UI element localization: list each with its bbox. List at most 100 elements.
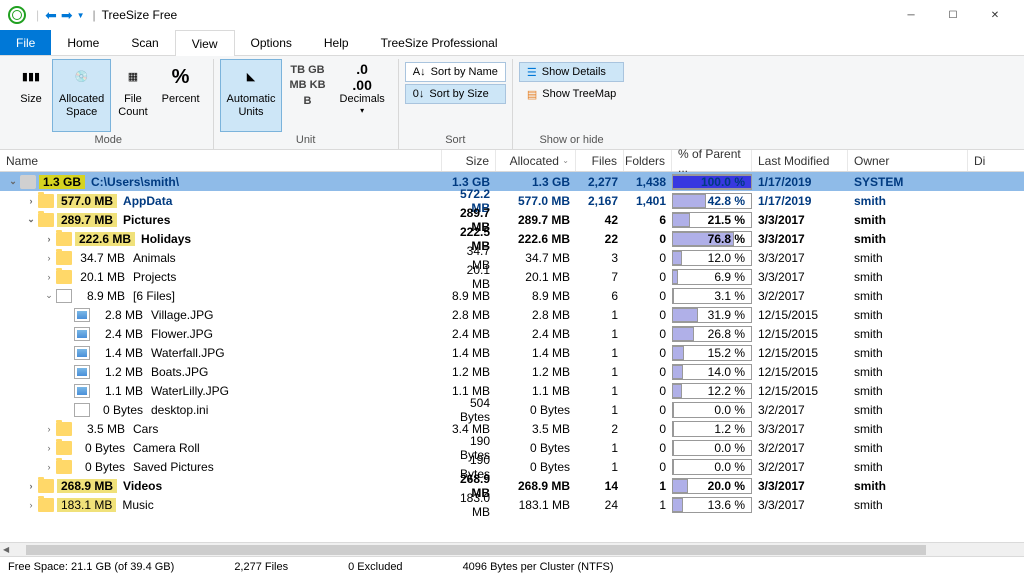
tree-row[interactable]: 1.1 MBWaterLilly.JPG1.1 MB1.1 MB1012.2 %… [0, 381, 1024, 400]
tree-row[interactable]: 1.4 MBWaterfall.JPG1.4 MB1.4 MB1015.2 %1… [0, 343, 1024, 362]
menubar: File Home Scan View Options Help TreeSiz… [0, 30, 1024, 56]
tree-row[interactable]: 2.4 MBFlower.JPG2.4 MB2.4 MB1026.8 %12/1… [0, 324, 1024, 343]
horizontal-scrollbar[interactable]: ◀ [0, 542, 1024, 556]
percent-icon: % [167, 63, 195, 91]
cell-files: 1 [576, 403, 624, 417]
item-name: Holidays [139, 232, 442, 246]
cell-percent: 20.0 % [672, 478, 752, 494]
show-details-button[interactable]: ☰Show Details [519, 62, 624, 82]
minimize-button[interactable]: ─ [890, 10, 932, 21]
unit-decimals-button[interactable]: .0.00Decimals▾ [333, 59, 392, 132]
menu-help[interactable]: Help [308, 30, 365, 55]
expand-toggle[interactable]: › [24, 481, 38, 491]
cell-percent: 6.9 % [672, 269, 752, 285]
cell-allocated: 222.6 MB [496, 232, 576, 246]
col-percent[interactable]: % of Parent ... [672, 150, 752, 171]
scrollbar-thumb[interactable] [26, 545, 926, 555]
cell-files: 1 [576, 346, 624, 360]
mode-percent-button[interactable]: %Percent [155, 59, 207, 132]
sort-by-name-button[interactable]: A↓Sort by Name [405, 62, 506, 82]
col-name[interactable]: Name [0, 150, 442, 171]
show-treemap-button[interactable]: ▤Show TreeMap [519, 84, 624, 104]
tree-row[interactable]: ⌄1.3 GBC:\Users\smith\1.3 GB1.3 GB2,2771… [0, 172, 1024, 191]
col-size[interactable]: Size [442, 150, 496, 171]
tree-row[interactable]: ›183.1 MBMusic183.0 MB183.1 MB24113.6 %3… [0, 495, 1024, 514]
tree-row[interactable]: ›20.1 MBProjects20.1 MB20.1 MB706.9 %3/3… [0, 267, 1024, 286]
col-allocated[interactable]: Allocated ⌄ [496, 150, 576, 171]
col-files[interactable]: Files [576, 150, 624, 171]
tree-row[interactable]: 0 Bytesdesktop.ini504 Bytes0 Bytes100.0 … [0, 400, 1024, 419]
tree-row[interactable]: 1.2 MBBoats.JPG1.2 MB1.2 MB1014.0 %12/15… [0, 362, 1024, 381]
tree-row[interactable]: ›34.7 MBAnimals34.7 MB34.7 MB3012.0 %3/3… [0, 248, 1024, 267]
sort-size-icon: 0↓ [413, 88, 425, 100]
tree-row[interactable]: ⌄8.9 MB[6 Files]8.9 MB8.9 MB603.1 %3/2/2… [0, 286, 1024, 305]
col-modified[interactable]: Last Modified [752, 150, 848, 171]
menu-scan[interactable]: Scan [115, 30, 174, 55]
menu-view[interactable]: View [175, 30, 235, 56]
file-icon [74, 403, 90, 417]
expand-toggle[interactable]: › [42, 443, 56, 453]
col-owner[interactable]: Owner [848, 150, 968, 171]
menu-options[interactable]: Options [235, 30, 308, 55]
cell-percent: 15.2 % [672, 345, 752, 361]
menu-pro[interactable]: TreeSize Professional [365, 30, 514, 55]
expand-toggle[interactable]: › [42, 272, 56, 282]
sort-by-size-button[interactable]: 0↓Sort by Size [405, 84, 506, 104]
cell-allocated: 1.1 MB [496, 384, 576, 398]
cell-allocated: 20.1 MB [496, 270, 576, 284]
expand-toggle[interactable]: › [42, 234, 56, 244]
menu-home[interactable]: Home [51, 30, 115, 55]
unit-auto-button[interactable]: ◣Automatic Units [220, 59, 283, 132]
size-label: 289.7 MB [57, 213, 117, 227]
nav-dropdown-icon[interactable]: ▼ [77, 11, 85, 20]
cell-owner: smith [848, 289, 968, 303]
close-button[interactable]: ✕ [974, 10, 1016, 21]
menu-file[interactable]: File [0, 30, 51, 55]
expand-toggle[interactable]: › [42, 424, 56, 434]
mode-allocated-button[interactable]: 💿Allocated Space [52, 59, 111, 132]
nav-forward-icon[interactable]: ➡ [61, 7, 73, 24]
expand-toggle[interactable]: › [42, 253, 56, 263]
mode-size-button[interactable]: ▮▮▮Size [10, 59, 52, 132]
expand-toggle[interactable]: ⌄ [42, 290, 56, 301]
cell-modified: 1/17/2019 [752, 194, 848, 208]
cell-folders: 0 [624, 403, 672, 417]
cell-modified: 3/2/2017 [752, 403, 848, 417]
scroll-left-icon[interactable]: ◀ [0, 545, 12, 554]
tree-row[interactable]: ›0 BytesSaved Pictures190 Bytes0 Bytes10… [0, 457, 1024, 476]
status-excluded: 0 Excluded [348, 561, 402, 573]
nav-back-icon[interactable]: ⬅ [45, 7, 57, 24]
expand-toggle[interactable]: ⌄ [6, 176, 20, 187]
cell-files: 1 [576, 441, 624, 455]
expand-toggle[interactable]: › [24, 500, 38, 510]
cell-owner: smith [848, 346, 968, 360]
item-name: Boats.JPG [149, 365, 442, 379]
tree-row[interactable]: ›268.9 MBVideos268.9 MB268.9 MB14120.0 %… [0, 476, 1024, 495]
maximize-button[interactable]: ☐ [932, 10, 974, 21]
cell-owner: smith [848, 270, 968, 284]
tree-row[interactable]: ›0 BytesCamera Roll190 Bytes0 Bytes100.0… [0, 438, 1024, 457]
tree-row[interactable]: ›577.0 MBAppData572.2 MB577.0 MB2,1671,4… [0, 191, 1024, 210]
mode-filecount-button[interactable]: ▦File Count [111, 59, 154, 132]
expand-toggle[interactable]: › [42, 462, 56, 472]
col-folders[interactable]: Folders [624, 150, 672, 171]
expand-toggle[interactable]: › [24, 196, 38, 206]
tree-row[interactable]: 2.8 MBVillage.JPG2.8 MB2.8 MB1031.9 %12/… [0, 305, 1024, 324]
folder-icon [56, 251, 72, 265]
status-cluster: 4096 Bytes per Cluster (NTFS) [463, 561, 614, 573]
tree-row[interactable]: ›3.5 MBCars3.4 MB3.5 MB201.2 %3/3/2017sm… [0, 419, 1024, 438]
expand-toggle[interactable]: ⌄ [24, 214, 38, 225]
item-name: Pictures [121, 213, 442, 227]
size-label: 34.7 MB [75, 251, 131, 265]
item-name: Music [120, 498, 442, 512]
cell-modified: 3/3/2017 [752, 232, 848, 246]
cell-allocated: 289.7 MB [496, 213, 576, 227]
cell-owner: smith [848, 403, 968, 417]
size-label: 222.6 MB [75, 232, 135, 246]
tree-row[interactable]: ›222.6 MBHolidays222.5 MB222.6 MB22076.8… [0, 229, 1024, 248]
col-di[interactable]: Di [968, 150, 998, 171]
tree-row[interactable]: ⌄289.7 MBPictures289.7 MB289.7 MB42621.5… [0, 210, 1024, 229]
tree-view[interactable]: ⌄1.3 GBC:\Users\smith\1.3 GB1.3 GB2,2771… [0, 172, 1024, 542]
unit-grid[interactable]: TB GBMB KBB [282, 59, 332, 132]
cell-percent: 0.0 % [672, 440, 752, 456]
